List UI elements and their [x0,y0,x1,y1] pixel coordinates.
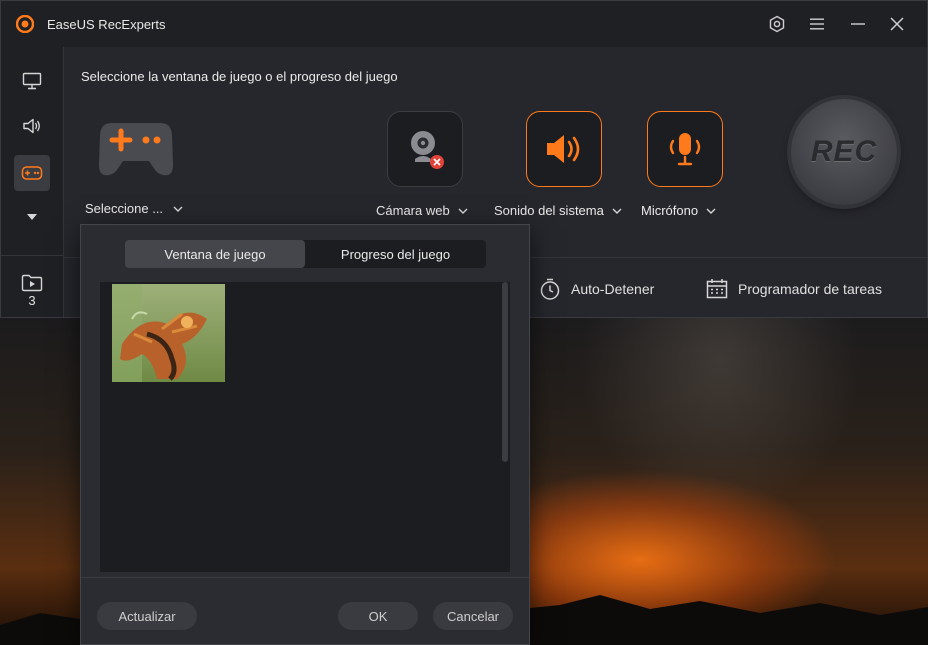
app-title: EaseUS RecExperts [47,17,166,32]
rec-label: REC [810,135,878,168]
refresh-label: Actualizar [118,608,176,624]
system-sound-toggle-button[interactable] [526,111,602,187]
game-window-thumbnail[interactable] [112,284,225,382]
speaker-icon [547,135,580,163]
video-folder-icon [21,274,43,292]
monitor-icon [22,72,42,90]
menu-button[interactable] [805,13,829,35]
calendar-icon [706,279,728,299]
tab-game-progress[interactable]: Progreso del juego [305,240,486,268]
caret-down-icon [27,214,37,220]
left-rail: 3 [1,47,64,317]
cancel-button[interactable]: Cancelar [433,602,513,630]
chevron-down-icon [612,208,622,214]
gamepad-icon [21,166,43,180]
minimize-button[interactable] [846,13,870,35]
webcam-toggle-button[interactable] [387,111,463,187]
ok-label: OK [368,608,388,624]
ok-button[interactable]: OK [338,602,418,630]
list-scrollbar[interactable] [502,282,508,462]
system-sound-label: Sonido del sistema [494,203,604,218]
cancel-label: Cancelar [446,608,500,624]
close-button[interactable] [885,13,909,35]
task-scheduler-label: Programador de tareas [738,281,882,297]
rail-item-screen[interactable] [14,63,50,99]
minimize-icon [851,23,865,25]
game-thumbnail-image [112,284,225,382]
tab-label: Ventana de juego [164,246,266,262]
settings-button[interactable] [765,13,789,35]
tab-label: Progreso del juego [340,246,451,262]
close-icon [890,17,904,31]
recordings-count: 3 [28,293,36,308]
chevron-down-icon [458,208,468,214]
microphone-icon [669,133,701,166]
app-logo-icon [16,15,34,33]
title-bar: EaseUS RecExperts [1,1,927,47]
webcam-dropdown[interactable]: Cámara web [376,203,468,218]
tab-game-window[interactable]: Ventana de juego [125,240,305,268]
rec-button[interactable]: REC [791,99,897,205]
chevron-down-icon [706,208,716,214]
page-heading: Seleccione la ventana de juego o el prog… [81,69,398,84]
gamepad-icon[interactable] [99,117,173,179]
game-window-popup: Ventana de juego Progreso del juego Actu… [80,224,530,645]
rail-more-button[interactable] [14,199,50,235]
microphone-dropdown[interactable]: Micrófono [641,203,716,218]
speaker-icon [23,118,40,134]
auto-stop-label: Auto-Detener [571,281,655,297]
task-scheduler-button[interactable]: Programador de tareas [706,278,882,300]
chevron-down-icon [173,206,183,212]
menu-icon [810,18,824,30]
game-select-dropdown[interactable]: Seleccione ... [85,201,183,216]
game-select-label: Seleccione ... [85,201,164,216]
popup-footer-divider [81,577,529,578]
popup-tabs: Ventana de juego Progreso del juego [125,240,486,268]
system-sound-dropdown[interactable]: Sonido del sistema [494,203,622,218]
timer-icon [540,278,560,300]
microphone-label: Micrófono [641,203,699,218]
rail-item-audio[interactable] [14,108,50,144]
rail-divider [1,255,63,256]
settings-hex-icon [769,15,785,33]
game-window-list [100,282,510,572]
refresh-button[interactable]: Actualizar [97,602,197,630]
webcam-icon [411,131,444,169]
microphone-toggle-button[interactable] [647,111,723,187]
rail-item-game[interactable] [14,155,50,191]
webcam-label: Cámara web [376,203,450,218]
auto-stop-button[interactable]: Auto-Detener [539,278,654,300]
